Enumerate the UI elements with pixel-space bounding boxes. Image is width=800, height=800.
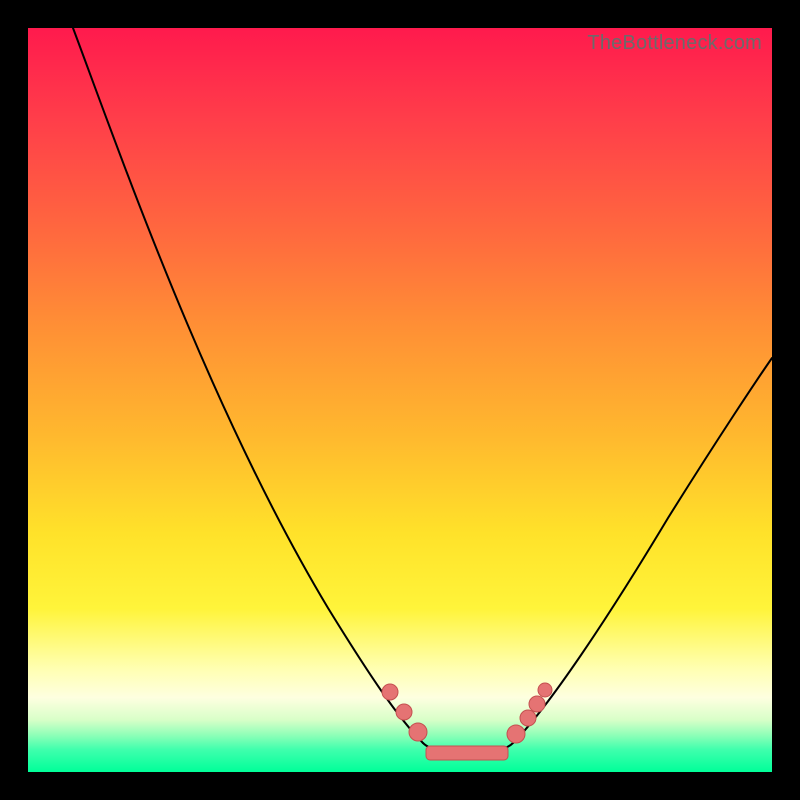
curve-right-arm xyxy=(513,358,772,743)
marker-dot xyxy=(529,696,545,712)
chart-frame: TheBottleneck.com xyxy=(0,0,800,800)
curve-left-arm xyxy=(73,28,423,743)
marker-dot xyxy=(396,704,412,720)
marker-dot xyxy=(382,684,398,700)
plot-area: TheBottleneck.com xyxy=(28,28,772,772)
marker-dot xyxy=(538,683,552,697)
marker-flat-segment xyxy=(426,746,508,760)
marker-dot xyxy=(409,723,427,741)
marker-dot xyxy=(507,725,525,743)
bottleneck-curve xyxy=(28,28,772,772)
marker-dot xyxy=(520,710,536,726)
marker-group xyxy=(382,683,552,760)
